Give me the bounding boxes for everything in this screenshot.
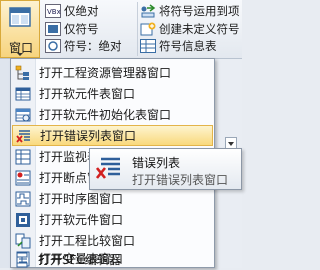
menu-item-device-window[interactable]: 打开软元件窗口: [12, 209, 213, 230]
symbol-info-table-icon: [140, 39, 156, 53]
symbol-only-icon: [45, 22, 61, 36]
tooltip-title: 错误列表: [132, 156, 181, 170]
project-explorer-icon: [15, 65, 29, 80]
symbol-absolute-icon: [45, 39, 61, 53]
ribbon-symbol-info-table[interactable]: 符号信息表: [140, 38, 217, 54]
window-icon: [9, 7, 31, 27]
ribbon-item-label: 仅绝对: [64, 4, 99, 18]
window-menu-button[interactable]: 窗口: [0, 0, 40, 58]
ribbon-item-label: 创建未定义符号: [159, 22, 240, 36]
device-table-icon: [15, 87, 31, 100]
menu-item-error-list[interactable]: 打开错误列表窗口: [12, 125, 213, 146]
watch-table-icon: [15, 149, 31, 164]
svg-text:VBx: VBx: [47, 8, 61, 16]
sfc-editor-icon: [16, 252, 28, 267]
abs-only-icon: VBx: [45, 4, 61, 18]
ribbon-item-label: 仅符号: [64, 22, 99, 36]
project-tree-edge: [0, 59, 10, 268]
project-compare-icon: [15, 233, 31, 248]
ribbon-item-label: 将符号运用到项: [159, 4, 240, 18]
menu-item-label: 打开工程资源管理器窗口: [39, 66, 172, 80]
ribbon-abs-only[interactable]: VBx 仅绝对: [45, 3, 99, 19]
menu-item-device-table[interactable]: 打开软元件表窗口: [12, 83, 213, 104]
timing-chart-icon: [15, 191, 31, 206]
device-init-table-icon: [15, 108, 31, 121]
error-list-icon: [96, 157, 120, 179]
error-list-tooltip: 错误列表 打开错误列表窗口: [89, 148, 242, 190]
menu-item-label: 打开软元件初始化表窗口: [39, 108, 172, 122]
ribbon-separator: [137, 2, 138, 56]
menu-item-label: 打开软元件窗口: [39, 213, 124, 227]
menu-item-sfc-editor[interactable]: 打开SFC编辑器: [11, 249, 212, 270]
menu-item-label: 打开工程比较窗口: [39, 234, 136, 248]
ribbon-symbol-only[interactable]: 仅符号: [45, 21, 99, 37]
menu-item-project-explorer[interactable]: 打开工程资源管理器窗口: [12, 62, 213, 83]
menu-item-device-init-table[interactable]: 打开软元件初始化表窗口: [12, 104, 213, 125]
ribbon-apply-symbol[interactable]: 将符号运用到项: [140, 3, 240, 19]
chevron-down-icon: [17, 53, 23, 56]
error-list-icon: [16, 129, 30, 143]
ribbon-item-label: 符号信息表: [159, 39, 217, 53]
ribbon-symbol-absolute[interactable]: 符号：绝对: [45, 38, 122, 54]
menu-item-label: 打开SFC编辑器: [38, 253, 121, 267]
apply-symbol-icon: [141, 4, 156, 18]
menu-item-label: 打开软元件表窗口: [39, 87, 136, 101]
menu-item-label: 打开时序图窗口: [39, 192, 124, 206]
ribbon-toolbar: 窗口 VBx 仅绝对 将符号运用到项 仅符号 创建未定义符号 符号：绝对 符号信…: [0, 0, 242, 59]
ribbon-create-undefined-symbol[interactable]: 创建未定义符号: [140, 21, 240, 37]
device-window-icon: [16, 212, 30, 227]
breakpoint-icon: [15, 170, 31, 185]
menu-item-timing-chart[interactable]: 打开时序图窗口: [12, 188, 213, 209]
menu-item-label: 打开错误列表窗口: [40, 129, 137, 143]
tooltip-description: 打开错误列表窗口: [132, 173, 229, 187]
create-undefined-symbol-icon: [140, 22, 156, 36]
ribbon-item-label: 符号：绝对: [64, 39, 122, 53]
